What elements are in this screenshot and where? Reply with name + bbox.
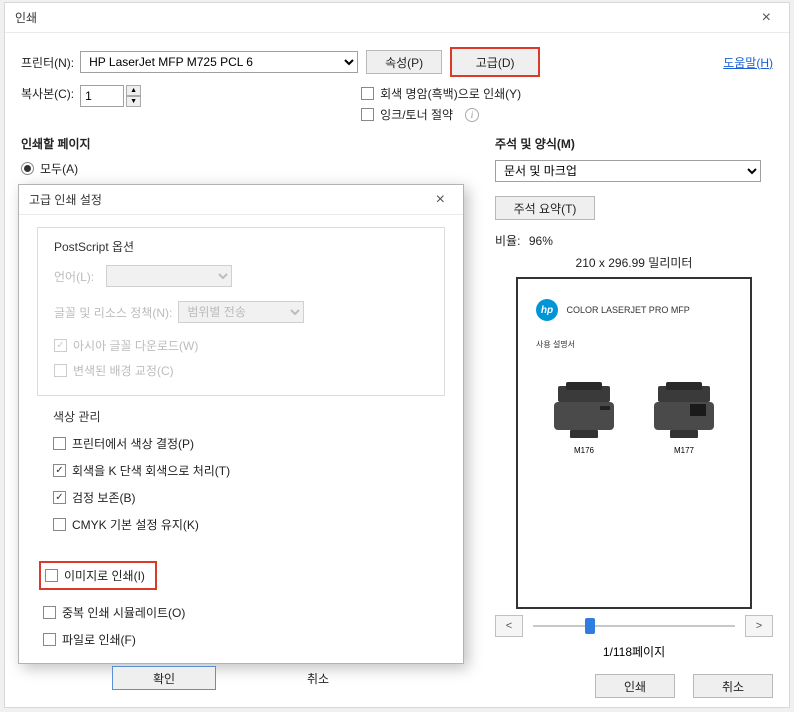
advanced-button[interactable]: 고급(D) <box>450 47 540 77</box>
pages-title: 인쇄할 페이지 <box>21 135 473 152</box>
help-link[interactable]: 도움말(H) <box>723 54 773 71</box>
dup-sim-label: 중복 인쇄 시뮬레이트(O) <box>62 604 185 621</box>
bg-correct-label: 변색된 배경 교정(C) <box>73 362 174 379</box>
cancel-button[interactable]: 취소 <box>693 674 773 698</box>
postscript-group: PostScript 옵션 언어(L): 글꼴 및 리소스 정책(N): 범위별… <box>37 227 445 396</box>
language-label: 언어(L): <box>54 268 106 285</box>
postscript-group-title: PostScript 옵션 <box>54 238 432 255</box>
language-select <box>106 265 232 287</box>
grayscale-label: 회색 명암(흑백)으로 인쇄(Y) <box>380 85 521 102</box>
paper-dims: 210 x 296.99 밀리미터 <box>495 254 773 271</box>
asia-fonts-checkbox <box>54 339 67 352</box>
titlebar: 인쇄 × <box>5 3 789 33</box>
form-select[interactable]: 문서 및 마크업 <box>495 160 761 182</box>
font-policy-label: 글꼴 및 리소스 정책(N): <box>54 304 172 321</box>
black-preserve-checkbox[interactable] <box>53 491 66 504</box>
cmyk-default-checkbox[interactable] <box>53 518 66 531</box>
advanced-print-settings-dialog: 고급 인쇄 설정 × PostScript 옵션 언어(L): 글꼴 및 리소스… <box>18 184 464 664</box>
copies-label: 복사본(C): <box>21 85 74 102</box>
copies-spinner[interactable]: ▲ ▼ <box>126 85 141 107</box>
ink-save-checkbox[interactable] <box>361 108 374 121</box>
print-to-file-label: 파일로 인쇄(F) <box>62 631 136 648</box>
printer-color-checkbox[interactable] <box>53 437 66 450</box>
annotation-summary-button[interactable]: 주석 요약(T) <box>495 196 595 220</box>
print-preview: hp COLOR LASERJET PRO MFP 사용 설명서 <box>516 277 752 609</box>
grayscale-checkbox[interactable] <box>361 87 374 100</box>
m177-label: M177 <box>674 446 694 455</box>
ink-save-label: 잉크/토너 절약 <box>380 106 453 123</box>
copies-input[interactable] <box>80 85 124 107</box>
modal-title: 고급 인쇄 설정 <box>29 191 102 208</box>
printer-image-m176: M176 <box>544 382 624 455</box>
dup-sim-checkbox[interactable] <box>43 606 56 619</box>
spinner-up-icon[interactable]: ▲ <box>126 85 141 96</box>
scale-label: 비율: <box>495 234 520 248</box>
pages-all-label: 모두(A) <box>40 160 78 177</box>
info-icon[interactable]: i <box>465 108 479 122</box>
print-as-image-label: 이미지로 인쇄(I) <box>64 567 145 584</box>
window-title: 인쇄 <box>15 9 37 26</box>
page-info: 1/118페이지 <box>495 643 773 660</box>
gray-k-label: 회색을 K 단색 회색으로 처리(T) <box>72 462 230 479</box>
bg-correct-checkbox <box>54 364 67 377</box>
page-next-button[interactable]: > <box>745 615 773 637</box>
font-policy-select: 범위별 전송 <box>178 301 304 323</box>
printer-select[interactable]: HP LaserJet MFP M725 PCL 6 <box>80 51 358 73</box>
cmyk-default-label: CMYK 기본 설정 유지(K) <box>72 516 199 533</box>
page-prev-button[interactable]: < <box>495 615 523 637</box>
black-preserve-label: 검정 보존(B) <box>72 489 136 506</box>
hp-logo-icon: hp <box>536 299 558 321</box>
print-button[interactable]: 인쇄 <box>595 674 675 698</box>
color-mgmt-title: 색상 관리 <box>53 408 433 425</box>
print-to-file-checkbox[interactable] <box>43 633 56 646</box>
modal-close-icon[interactable]: × <box>428 189 453 211</box>
spinner-down-icon[interactable]: ▼ <box>126 96 141 107</box>
modal-ok-button[interactable]: 확인 <box>112 666 216 690</box>
printer-color-label: 프린터에서 색상 결정(P) <box>72 435 194 452</box>
printer-label: 프린터(N): <box>21 54 74 71</box>
pages-all-radio[interactable] <box>21 162 34 175</box>
preview-subtitle: 사용 설명서 <box>536 339 732 350</box>
close-icon[interactable]: × <box>754 7 779 29</box>
preview-product: COLOR LASERJET PRO MFP <box>566 305 689 315</box>
gray-k-checkbox[interactable] <box>53 464 66 477</box>
scale-value: 96% <box>529 234 553 248</box>
page-slider[interactable] <box>533 625 735 627</box>
properties-button[interactable]: 속성(P) <box>366 50 442 74</box>
slider-thumb[interactable] <box>585 618 595 634</box>
m176-label: M176 <box>574 446 594 455</box>
color-mgmt-group: 색상 관리 프린터에서 색상 결정(P) 회색을 K 단색 회색으로 처리(T)… <box>37 408 445 549</box>
form-title: 주석 및 양식(M) <box>495 135 773 152</box>
asia-fonts-label: 아시아 글꼴 다운로드(W) <box>73 337 198 354</box>
print-as-image-checkbox[interactable] <box>45 569 58 582</box>
printer-image-m177: M177 <box>644 382 724 455</box>
modal-cancel-button[interactable]: 취소 <box>266 666 370 690</box>
